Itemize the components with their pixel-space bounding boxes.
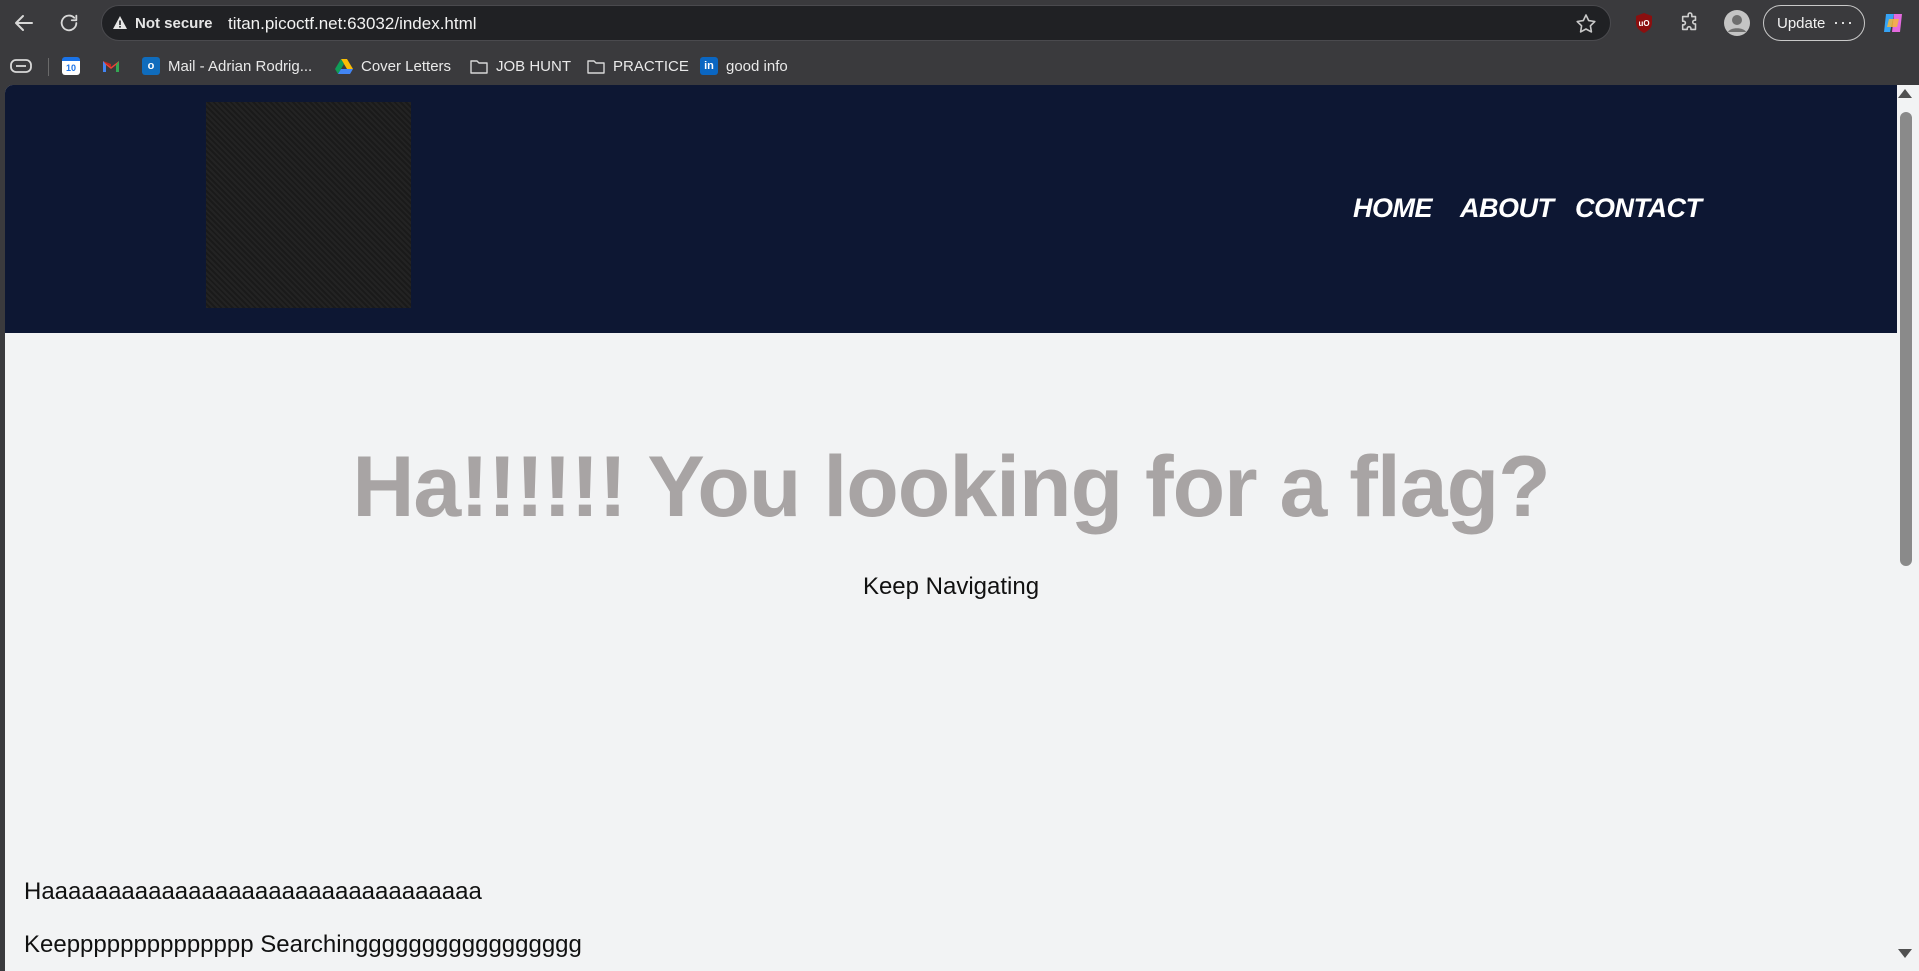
reload-icon[interactable]	[55, 9, 83, 37]
folder-icon	[470, 57, 488, 75]
bookmark-good-info[interactable]: in good info	[700, 55, 788, 77]
linkedin-icon: in	[700, 57, 718, 75]
bookmark-folder-practice[interactable]: PRACTICE	[587, 55, 689, 77]
more-menu-icon[interactable]: ···	[1833, 12, 1854, 33]
scroll-up-arrow-icon[interactable]	[1898, 89, 1912, 98]
back-arrow-icon[interactable]	[10, 9, 38, 37]
page-viewport: HOME ABOUT CONTACT Ha!!!!!! You looking …	[5, 85, 1897, 971]
calendar-icon: 10	[62, 57, 80, 75]
bookmarks-divider	[48, 58, 49, 76]
nav-home-link[interactable]: HOME	[1353, 193, 1433, 224]
hero-subtitle: Keep Navigating	[862, 573, 1040, 600]
bookmark-folder-job-hunt[interactable]: JOB HUNT	[470, 55, 571, 77]
bookmarks-bar: 10 o Mail - Adrian Rodrig... Cover Lette…	[0, 45, 1919, 85]
extensions-puzzle-icon[interactable]	[1676, 9, 1704, 37]
bookmark-star-icon[interactable]	[1574, 12, 1598, 36]
tab-search-icon[interactable]	[10, 55, 32, 77]
bookmark-mail[interactable]: o Mail - Adrian Rodrig...	[142, 55, 312, 77]
hero-title: Ha!!!!!! You looking for a flag?	[352, 439, 1550, 535]
security-label[interactable]: Not secure	[135, 15, 213, 32]
outlook-icon: o	[142, 57, 160, 75]
bookmark-label: Cover Letters	[361, 57, 452, 75]
bookmark-label: good info	[726, 57, 788, 75]
scrollbar-thumb[interactable]	[1900, 112, 1912, 566]
scroll-down-arrow-icon[interactable]	[1898, 949, 1912, 958]
bookmark-cover-letters[interactable]: Cover Letters	[335, 55, 451, 77]
copilot-icon[interactable]	[1879, 9, 1907, 37]
bookmark-label: PRACTICE	[613, 57, 689, 75]
url-text[interactable]: titan.picoctf.net:63032/index.html	[228, 14, 477, 34]
folder-icon	[587, 57, 605, 75]
bookmark-calendar[interactable]: 10	[62, 55, 88, 77]
update-label: Update	[1777, 14, 1826, 32]
bookmark-label: JOB HUNT	[496, 57, 571, 75]
browser-toolbar: Not secure titan.picoctf.net:63032/index…	[0, 0, 1919, 45]
bookmark-label: Mail - Adrian Rodrig...	[168, 57, 313, 75]
address-bar[interactable]: Not secure titan.picoctf.net:63032/index…	[101, 5, 1611, 41]
nav-about-link[interactable]: ABOUT	[1460, 193, 1554, 224]
update-button[interactable]: Update ···	[1763, 5, 1865, 41]
profile-avatar-icon[interactable]	[1723, 9, 1751, 37]
nav-contact-link[interactable]: CONTACT	[1575, 193, 1702, 224]
site-header: HOME ABOUT CONTACT	[5, 85, 1897, 333]
ublock-extension-icon[interactable]: uO	[1630, 9, 1658, 37]
drive-icon	[335, 57, 353, 75]
body-paragraph: Keepppppppppppppp Searchingggggggggggggg…	[24, 931, 582, 958]
svg-text:uO: uO	[1638, 19, 1649, 28]
bookmark-gmail[interactable]	[102, 55, 128, 77]
site-logo	[206, 102, 411, 308]
gmail-icon	[102, 57, 120, 75]
warning-icon	[113, 16, 127, 29]
body-paragraph: Haaaaaaaaaaaaaaaaaaaaaaaaaaaaaaaaa	[24, 878, 482, 905]
